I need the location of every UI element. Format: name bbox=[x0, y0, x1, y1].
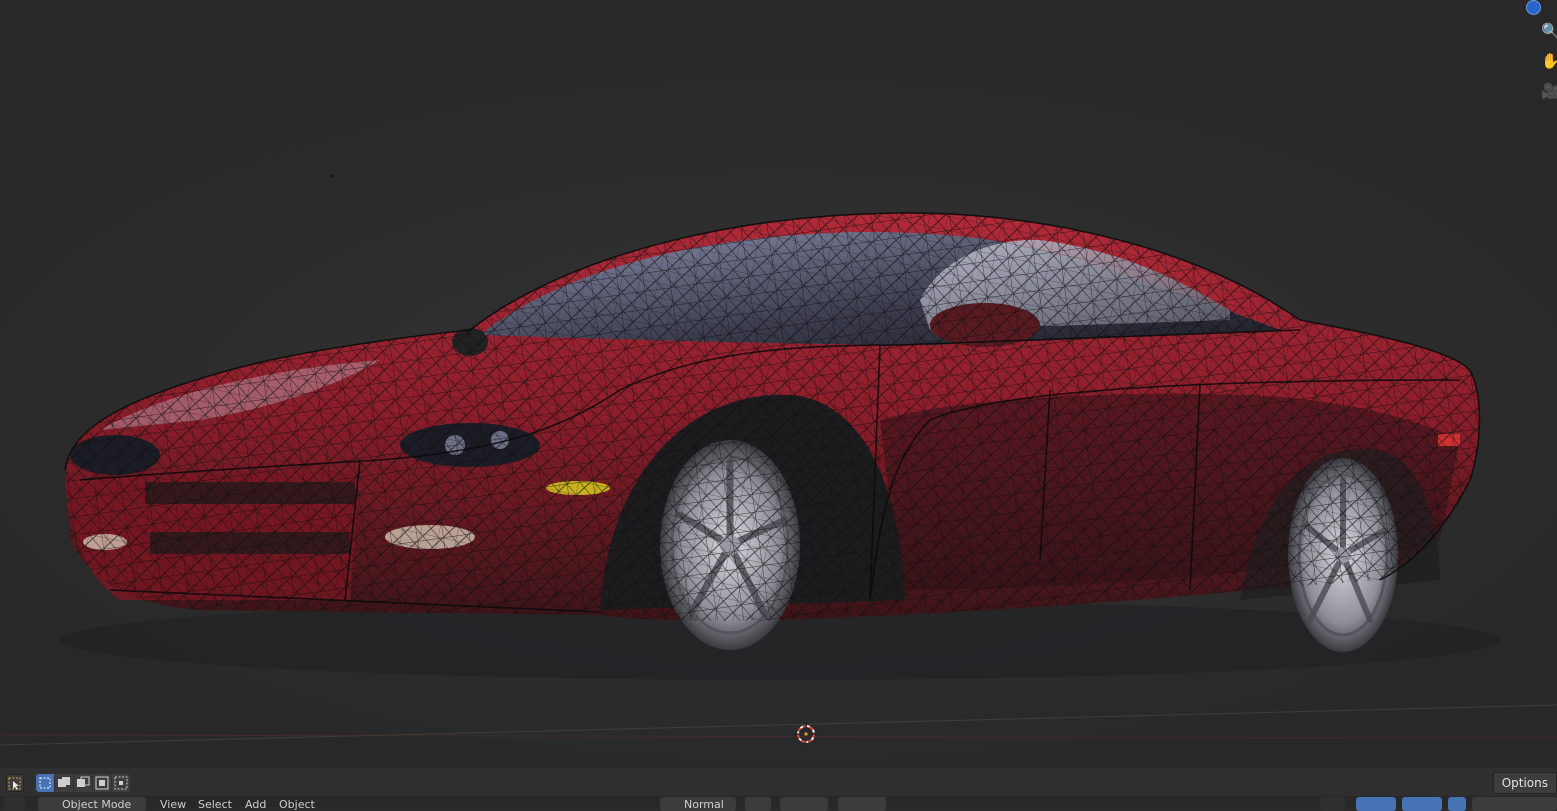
3d-cursor-icon bbox=[795, 723, 817, 745]
select-extend-icon[interactable] bbox=[55, 774, 73, 792]
select-new-icon[interactable] bbox=[36, 774, 54, 792]
snap-toggle[interactable] bbox=[780, 797, 828, 811]
visibility-button[interactable] bbox=[1320, 797, 1346, 811]
orientation-label: Normal bbox=[684, 798, 724, 811]
gizmo-toggle[interactable] bbox=[1356, 797, 1396, 811]
tool-settings-bar bbox=[0, 768, 1557, 796]
hand-pan-icon[interactable]: ✋ bbox=[1541, 50, 1557, 72]
overlay-toggle[interactable] bbox=[1402, 797, 1442, 811]
select-invert-icon[interactable] bbox=[93, 774, 111, 792]
select-subtract-icon[interactable] bbox=[74, 774, 92, 792]
camera-view-icon[interactable]: 🎥 bbox=[1541, 80, 1557, 102]
options-button[interactable]: Options bbox=[1492, 772, 1557, 794]
cursor-select-icon[interactable] bbox=[6, 774, 24, 792]
zoom-icon[interactable]: 🔍 bbox=[1541, 20, 1557, 42]
editor-type-button[interactable] bbox=[4, 797, 26, 811]
menu-select[interactable]: Select bbox=[198, 799, 232, 811]
shading-mode-group[interactable] bbox=[1472, 797, 1557, 811]
z-axis-dot-icon[interactable] bbox=[1526, 0, 1541, 15]
3d-viewport[interactable]: 🔍 ✋ 🎥 bbox=[0, 0, 1557, 768]
xray-toggle[interactable] bbox=[1448, 797, 1466, 811]
proportional-edit-toggle[interactable] bbox=[838, 797, 886, 811]
menu-add[interactable]: Add bbox=[245, 799, 266, 811]
select-intersect-icon[interactable] bbox=[112, 774, 130, 792]
car-wireframe-render bbox=[0, 174, 1557, 746]
pivot-point-button[interactable] bbox=[745, 797, 771, 811]
mode-label: Object Mode bbox=[62, 798, 132, 811]
menu-view[interactable]: View bbox=[160, 799, 186, 811]
menu-object[interactable]: Object bbox=[279, 799, 315, 811]
navigation-gizmo: 🔍 ✋ 🎥 bbox=[1523, 0, 1557, 110]
